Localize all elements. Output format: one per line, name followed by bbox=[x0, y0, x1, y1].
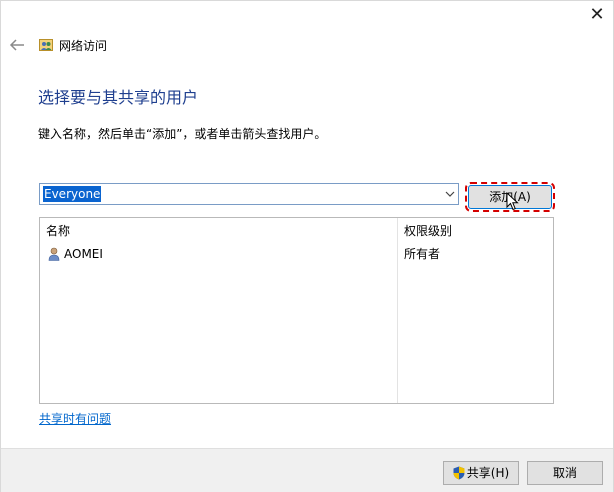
column-header-permission[interactable]: 权限级别 bbox=[404, 223, 452, 239]
dialog-footer: 共享(H) 取消 bbox=[1, 448, 613, 492]
user-icon bbox=[48, 247, 60, 261]
back-arrow-icon[interactable] bbox=[8, 36, 26, 54]
table-row-name[interactable]: AOMEI bbox=[64, 246, 103, 262]
share-button[interactable]: 共享(H) bbox=[443, 461, 519, 485]
instruction-text: 键入名称，然后单击“添加”，或者单击箭头查找用户。 bbox=[38, 127, 327, 141]
chevron-down-icon[interactable] bbox=[444, 188, 456, 200]
page-heading: 选择要与其共享的用户 bbox=[38, 88, 199, 107]
user-name-combobox[interactable]: Everyone bbox=[39, 183, 459, 205]
user-name-input[interactable]: Everyone bbox=[43, 186, 102, 202]
sharing-help-link[interactable]: 共享时有问题 bbox=[39, 411, 111, 427]
mouse-pointer-icon bbox=[506, 192, 519, 211]
close-button[interactable]: ✕ bbox=[584, 2, 610, 28]
table-row-permission[interactable]: 所有者 bbox=[404, 246, 440, 262]
column-divider bbox=[397, 218, 398, 403]
user-permission-list[interactable]: 名称 权限级别 AOMEI 所有者 bbox=[39, 217, 554, 404]
network-users-icon bbox=[39, 39, 53, 51]
uac-shield-icon bbox=[453, 466, 465, 480]
window-title: 网络访问 bbox=[59, 39, 108, 53]
share-button-label: 共享(H) bbox=[466, 466, 510, 480]
cancel-button[interactable]: 取消 bbox=[527, 461, 603, 485]
column-header-name[interactable]: 名称 bbox=[46, 223, 70, 239]
